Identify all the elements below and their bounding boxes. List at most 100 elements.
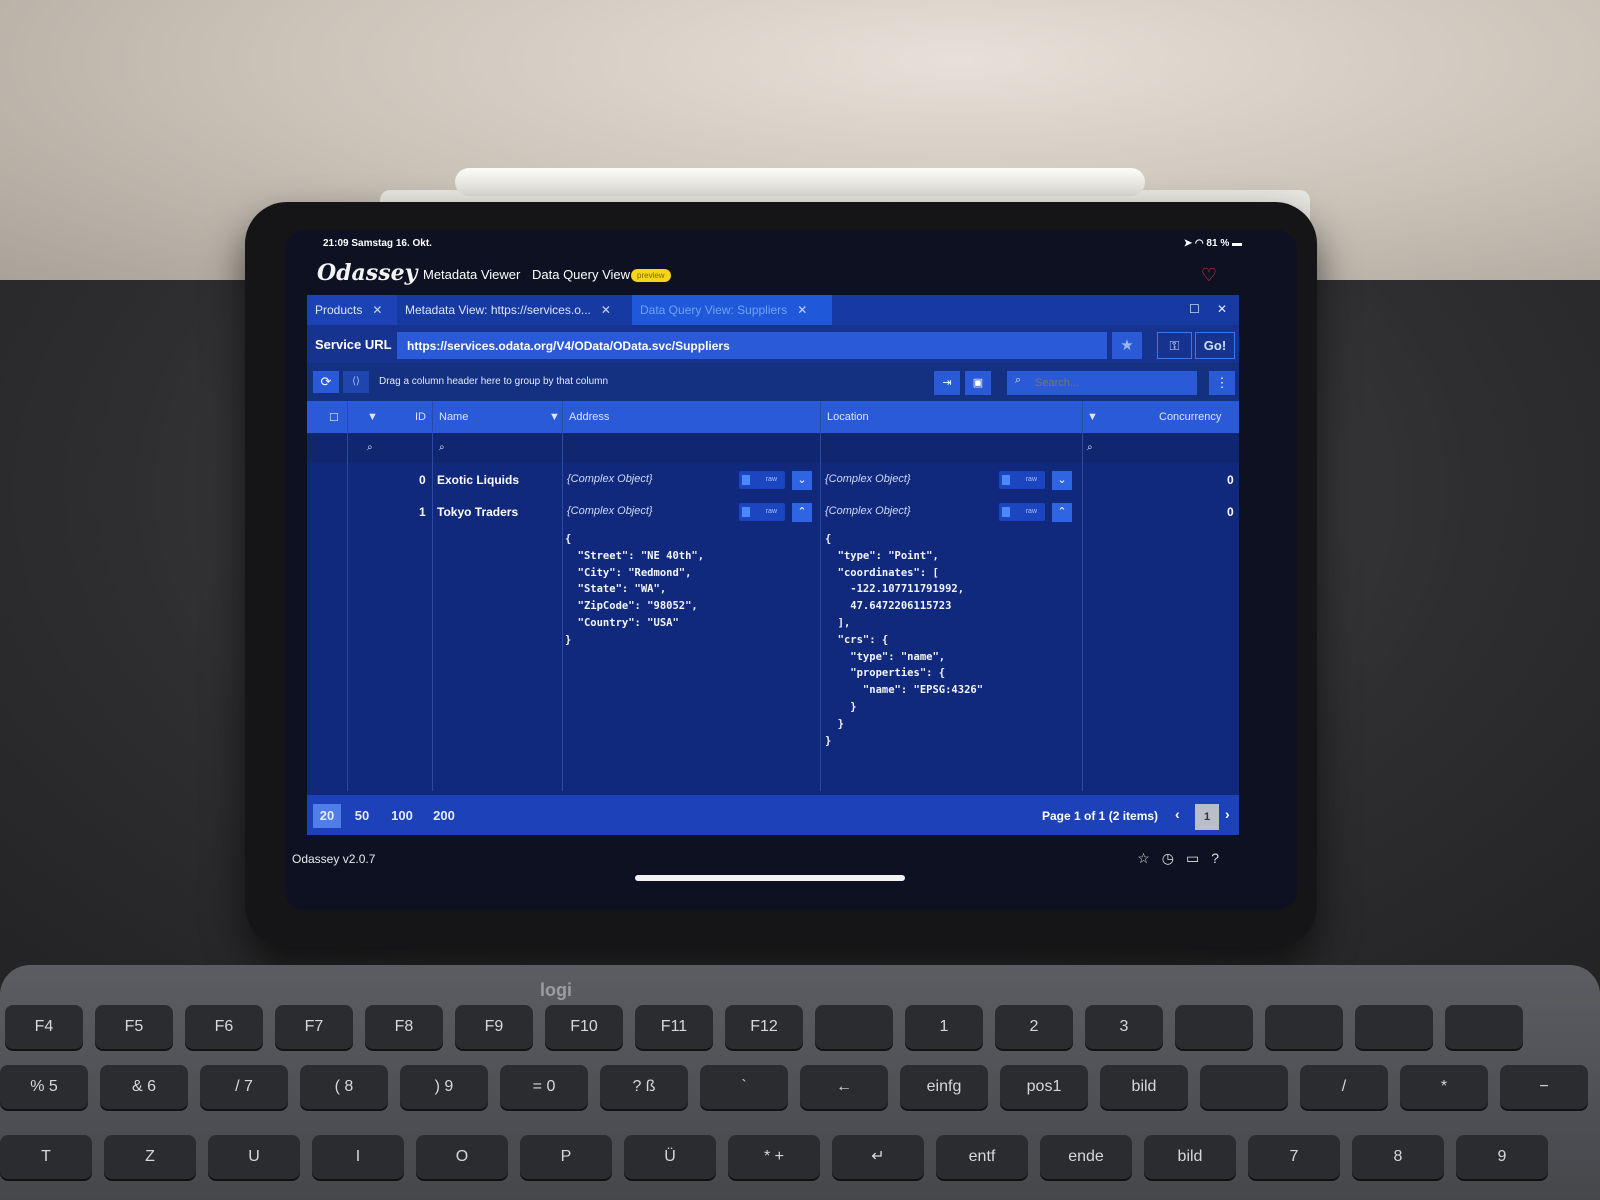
column-address[interactable]: Address — [569, 411, 609, 423]
refresh-icon[interactable]: ⟳ — [313, 371, 339, 393]
tab-data-query-view[interactable]: Data Query View: Suppliers ✕ — [632, 295, 832, 325]
help-icon[interactable]: ? — [1211, 850, 1231, 866]
code-icon[interactable]: ⟨⟩ — [343, 371, 369, 393]
close-icon[interactable]: ✕ — [372, 303, 382, 317]
grid-toolbar: ⟳ ⟨⟩ Drag a column header here to group … — [307, 363, 1239, 401]
chevron-left-icon[interactable]: ‹ — [1175, 806, 1180, 822]
keyboard-key: − — [1500, 1065, 1588, 1109]
cell-address: {Complex Object} — [567, 505, 653, 517]
keyboard-key: ← — [800, 1065, 888, 1109]
keyboard-key: % 5 — [0, 1065, 88, 1109]
pager: 20 50 100 200 Page 1 of 1 (2 items) ‹ 1 … — [307, 795, 1239, 835]
cell-concurrency: 0 — [1227, 473, 1234, 487]
favorites-icon[interactable]: ☆ — [1137, 850, 1162, 866]
keyboard-key: pos1 — [1000, 1065, 1088, 1109]
group-panel-hint[interactable]: Drag a column header here to group by th… — [379, 376, 608, 387]
cell-concurrency: 0 — [1227, 505, 1234, 519]
key-icon[interactable]: ⚿ — [1157, 332, 1192, 359]
search-icon[interactable]: ⌕ — [439, 442, 445, 453]
maximize-icon[interactable]: ☐ — [1189, 302, 1200, 316]
export-icon[interactable]: ⇥ — [934, 371, 960, 395]
cell-id: 1 — [419, 505, 426, 519]
cell-address: {Complex Object} — [567, 473, 653, 485]
heart-icon[interactable]: ♡ — [1201, 265, 1217, 286]
column-name[interactable]: Name — [439, 411, 468, 423]
data-query-panel: Service URL ★ ⚿ Go! ⟳ ⟨⟩ Drag a column h… — [307, 325, 1239, 835]
keyboard-key: bild — [1144, 1135, 1236, 1179]
chevron-up-icon[interactable]: ⌃ — [792, 503, 812, 522]
raw-toggle[interactable]: raw — [739, 503, 785, 521]
keyboard-key: & 6 — [100, 1065, 188, 1109]
more-icon[interactable]: ⋮ — [1209, 371, 1235, 395]
service-url-input[interactable] — [397, 332, 1107, 359]
search-input[interactable] — [1007, 371, 1197, 395]
search-icon[interactable]: ⌕ — [367, 442, 373, 453]
chevron-down-icon[interactable]: ⌄ — [1052, 471, 1072, 490]
keyboard-key — [1200, 1065, 1288, 1109]
close-window-icon[interactable]: ✕ — [1217, 302, 1227, 316]
raw-toggle[interactable]: raw — [999, 503, 1045, 521]
history-icon[interactable]: ◷ — [1162, 850, 1186, 866]
service-url-label: Service URL — [315, 337, 392, 352]
close-icon[interactable]: ✕ — [601, 303, 611, 317]
chevron-down-icon[interactable]: ⌄ — [792, 471, 812, 490]
home-indicator[interactable] — [635, 875, 905, 881]
preview-badge: preview — [631, 269, 671, 282]
status-bar: 21:09 Samstag 16. Okt. ➤ ◠ 81 % ▬ — [285, 230, 1297, 258]
keyboard-key: P — [520, 1135, 612, 1179]
keyboard-key: bild — [1100, 1065, 1188, 1109]
keyboard-key: Z — [104, 1135, 196, 1179]
column-chooser-icon[interactable]: ▣ — [965, 371, 991, 395]
battery-percent: 81 % — [1206, 238, 1230, 249]
filter-icon[interactable]: ▼ — [549, 411, 560, 423]
star-icon[interactable]: ★ — [1112, 332, 1142, 359]
raw-toggle[interactable]: raw — [999, 471, 1045, 489]
keyboard-key: * — [1400, 1065, 1488, 1109]
tab-metadata-view[interactable]: Metadata View: https://services.o... ✕ — [397, 295, 632, 325]
keyboard-key: F10 — [545, 1005, 623, 1049]
location-json: { "type": "Point", "coordinates": [ -122… — [825, 533, 984, 747]
grid-header: ☐ ▼ ID Name ▼ Address Location ▼ Concurr… — [307, 401, 1239, 433]
keyboard-key: ` — [700, 1065, 788, 1109]
close-icon[interactable]: ✕ — [797, 303, 807, 317]
raw-toggle[interactable]: raw — [739, 471, 785, 489]
keyboard-key: F8 — [365, 1005, 443, 1049]
tab-bar: Products ✕ Metadata View: https://service… — [307, 295, 1239, 325]
chevron-right-icon[interactable]: › — [1225, 806, 1230, 822]
service-url-row: Service URL ★ ⚿ Go! — [307, 325, 1239, 363]
keyboard-key: T — [0, 1135, 92, 1179]
search-icon: ⌕ — [1015, 374, 1022, 386]
filter-icon[interactable]: ▼ — [1087, 411, 1098, 423]
tab-products[interactable]: Products ✕ — [307, 295, 397, 325]
keyboard-key: / — [1300, 1065, 1388, 1109]
app-bar: Odassey Metadata Viewer Data Query View … — [285, 258, 1297, 292]
page-size-200[interactable]: 200 — [427, 804, 461, 828]
page-size-50[interactable]: 50 — [349, 804, 375, 828]
page-size-20[interactable]: 20 — [313, 804, 341, 828]
column-location[interactable]: Location — [827, 411, 869, 423]
tab-label: Data Query View: Suppliers — [640, 303, 788, 317]
keyboard-key: 8 — [1352, 1135, 1444, 1179]
search-icon[interactable]: ⌕ — [1087, 442, 1093, 453]
column-id[interactable]: ID — [415, 411, 426, 423]
keyboard-key: ) 9 — [400, 1065, 488, 1109]
column-divider — [432, 401, 433, 791]
page-number[interactable]: 1 — [1195, 804, 1219, 830]
select-all-checkbox[interactable]: ☐ — [329, 411, 339, 424]
terminal-icon[interactable]: ▭ — [1186, 850, 1211, 866]
filter-icon[interactable]: ▼ — [367, 411, 378, 423]
app-logo[interactable]: Odassey — [317, 260, 417, 286]
keyboard-key: ende — [1040, 1135, 1132, 1179]
cell-location: {Complex Object} — [825, 505, 911, 517]
column-concurrency[interactable]: Concurrency — [1159, 411, 1221, 423]
nav-data-query-view[interactable]: Data Query View — [532, 267, 630, 282]
chevron-up-icon[interactable]: ⌃ — [1052, 503, 1072, 522]
page-size-100[interactable]: 100 — [385, 804, 419, 828]
nav-metadata-viewer[interactable]: Metadata Viewer — [423, 267, 520, 282]
status-time: 21:09 — [323, 238, 349, 249]
keyboard-key: = 0 — [500, 1065, 588, 1109]
go-button[interactable]: Go! — [1195, 332, 1235, 359]
battery-icon: ▬ — [1232, 238, 1242, 249]
tab-label: Metadata View: https://services.o... — [405, 303, 591, 317]
keyboard-key: F4 — [5, 1005, 83, 1049]
